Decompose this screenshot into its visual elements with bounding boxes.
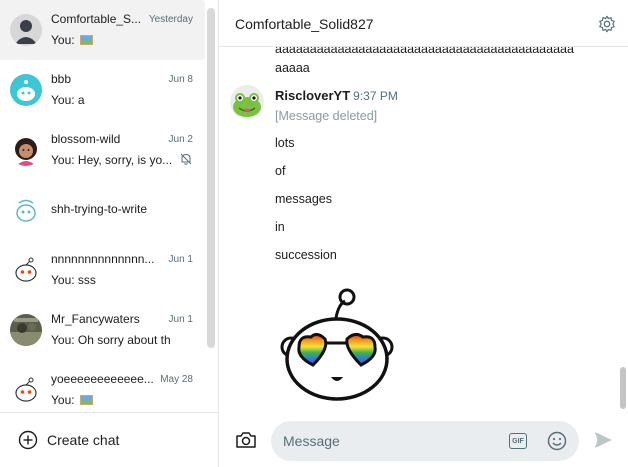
message-text: in: [275, 220, 285, 234]
message-input-box: GIF: [271, 421, 579, 461]
message-text: aaaaaaaaaaaaaaaaaaaaaaaaaaaaaaaaaaaaaaaa…: [275, 47, 574, 56]
chat-list-item[interactable]: shh-trying-to-write: [0, 180, 205, 240]
author-name[interactable]: RiscloverYT: [275, 88, 350, 103]
chat-name: yoeeeeeeeeeeee...: [51, 372, 154, 386]
chat-preview-text: You:: [51, 393, 78, 407]
chat-list-item[interactable]: Mr_Fancywaters Jun 1 You: Oh sorry about…: [0, 300, 205, 360]
message-text: of: [275, 164, 286, 178]
chat-header: Comfortable_Solid827: [219, 0, 628, 47]
message-text: lots: [275, 136, 295, 150]
create-chat-button[interactable]: Create chat: [0, 412, 218, 467]
chat-name: Comfortable_S...: [51, 12, 142, 26]
chat-list-item[interactable]: yoeeeeeeeeeeee... May 28 You:: [0, 360, 205, 412]
camera-icon[interactable]: [235, 430, 257, 450]
chat-preview: You: a: [51, 93, 85, 107]
message-list[interactable]: aaaaaaaaaaaaaaaaaaaaaaaaaaaaaaaaaaaaaaaa…: [219, 47, 628, 409]
message-author: RiscloverYT 9:37 PM: [275, 88, 398, 103]
snoo-outline-avatar: [10, 194, 42, 226]
chat-name: shh-trying-to-write: [51, 202, 148, 216]
message-text: aaaaa: [275, 61, 310, 75]
chat-name: blossom-wild: [51, 132, 121, 146]
default-avatar: [10, 14, 42, 46]
chat-date: Jun 8: [168, 74, 193, 85]
chat-name: Mr_Fancywaters: [51, 312, 140, 326]
chat-preview: You:: [51, 33, 93, 47]
chat-list-item[interactable]: bbb Jun 8 You: a: [0, 60, 205, 120]
chat-title: Comfortable_Solid827: [235, 16, 374, 32]
bell-muted-icon: [180, 153, 192, 165]
emoji-icon[interactable]: [547, 431, 567, 451]
add-circle-icon: [18, 430, 38, 450]
chat-preview: You: Hey, sorry, is yo...: [51, 153, 171, 167]
chat-list-item[interactable]: Comfortable_S... Yesterday You:: [0, 0, 205, 60]
gear-icon[interactable]: [598, 15, 616, 33]
chat-preview: You: Oh sorry about th...: [51, 333, 171, 347]
message-scrollbar[interactable]: [620, 367, 626, 409]
chat-name: bbb: [51, 72, 72, 86]
girl-avatar: [10, 134, 42, 166]
message-text: succession: [275, 248, 337, 262]
chat-name: nnnnnnnnnnnnnn...: [51, 252, 155, 266]
sidebar-scrollbar[interactable]: [207, 8, 215, 348]
chat-list-item[interactable]: blossom-wild Jun 2 You: Hey, sorry, is y…: [0, 120, 205, 180]
chat-date: Jun 1: [168, 254, 193, 265]
chat-date: Jun 2: [168, 134, 193, 145]
message-text: messages: [275, 192, 332, 206]
teal-snoo-avatar: [10, 74, 42, 106]
image-emoji-icon: [79, 395, 93, 405]
message-composer: GIF: [219, 413, 628, 467]
snoo-avatar: [10, 254, 42, 286]
chat-date: May 28: [160, 374, 193, 385]
send-icon[interactable]: [593, 430, 613, 450]
chat-date: Jun 1: [168, 314, 193, 325]
chat-preview-text: You:: [51, 33, 78, 47]
chat-sidebar: Comfortable_S... Yesterday You: bbb Jun …: [0, 0, 219, 467]
message-time: 9:37 PM: [353, 89, 398, 103]
snoo-avatar: [10, 374, 42, 406]
frog-avatar[interactable]: [230, 85, 264, 119]
photo-avatar: [10, 314, 42, 346]
chat-preview: You: sss: [51, 273, 96, 287]
deleted-message: [Message deleted]: [275, 109, 378, 123]
chat-date: Yesterday: [148, 14, 193, 25]
image-emoji-icon: [79, 35, 93, 45]
chat-preview: You:: [51, 393, 93, 407]
gif-button[interactable]: GIF: [509, 433, 527, 449]
message-input[interactable]: [283, 421, 503, 461]
snoo-rainbow-glasses-sticker[interactable]: [277, 285, 397, 405]
chat-panel: Comfortable_Solid827 aaaaaaaaaaaaaaaaaaa…: [219, 0, 628, 467]
create-chat-label: Create chat: [47, 432, 120, 448]
chat-list: Comfortable_S... Yesterday You: bbb Jun …: [0, 0, 205, 412]
chat-list-item[interactable]: nnnnnnnnnnnnnn... Jun 1 You: sss: [0, 240, 205, 300]
